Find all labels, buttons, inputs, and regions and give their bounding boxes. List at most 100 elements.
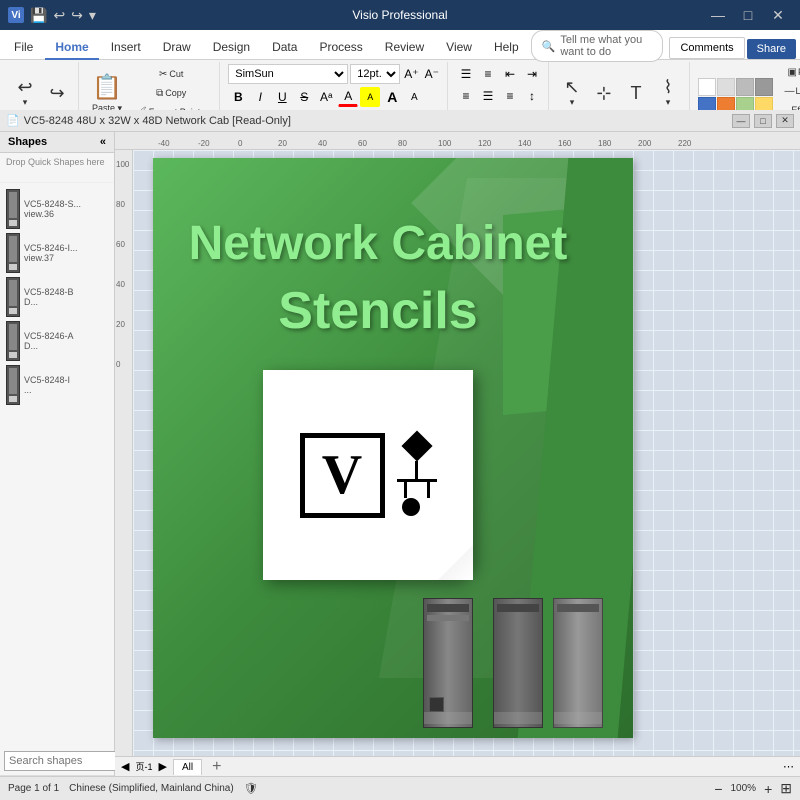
customize-icon[interactable]: ▾ [89, 7, 96, 24]
shapes-title: Shapes [8, 136, 47, 148]
font-size-inc2[interactable]: A [382, 87, 402, 107]
cut-button[interactable]: ✂Cut [129, 66, 213, 83]
text-tool-button[interactable]: T [621, 81, 651, 105]
font-name-select[interactable]: SimSun [228, 64, 348, 84]
tab-options-button[interactable]: ⋯ [783, 760, 794, 773]
bottom-circle [402, 498, 420, 516]
leg-right [427, 482, 430, 498]
font-size-dec2[interactable]: A [404, 87, 424, 107]
shape-item-1[interactable]: VC5-8248-S...view.36 [4, 187, 110, 231]
doc-maximize[interactable]: □ [754, 114, 772, 128]
tab-data[interactable]: Data [262, 36, 307, 60]
tab-process[interactable]: Process [309, 36, 372, 60]
underline-button[interactable]: U [272, 87, 292, 107]
strikethrough-button[interactable]: S [294, 87, 314, 107]
bold-button[interactable]: B [228, 87, 248, 107]
indent-dec-button[interactable]: ⇤ [500, 64, 520, 84]
style-item-3[interactable] [736, 78, 754, 96]
font-size-select[interactable]: 12pt. [350, 64, 400, 84]
italic-button[interactable]: I [250, 87, 270, 107]
align-left-button[interactable]: ≡ [456, 86, 476, 106]
copy-button[interactable]: ⧉Copy [129, 85, 213, 102]
server-rack-2 [493, 598, 543, 728]
fill-button[interactable]: ▣Fill ▾ [777, 64, 800, 81]
tab-home[interactable]: Home [45, 36, 98, 60]
network-legs [404, 482, 430, 498]
tab-view[interactable]: View [436, 36, 482, 60]
indent-inc-button[interactable]: ⇥ [522, 64, 542, 84]
connection-icon: ⊹ [596, 84, 611, 102]
shape-thumb-3 [6, 277, 20, 317]
font-size-dec[interactable]: A⁻ [423, 65, 441, 83]
align-center-button[interactable]: ☰ [478, 86, 498, 106]
tab-review[interactable]: Review [375, 36, 434, 60]
zoom-level: 100% [731, 783, 757, 794]
shape-item-3[interactable]: VC5-8248-BD... [4, 275, 110, 319]
pointer-icon: ↖ [564, 78, 579, 96]
redo-button[interactable]: ↪ [42, 81, 72, 105]
status-right: − 100% + ⊞ [714, 780, 792, 797]
font-size-inc[interactable]: A⁺ [402, 65, 420, 83]
font-color-button[interactable]: A [338, 87, 358, 107]
marketing-line2: Stencils [173, 281, 583, 341]
app-icon: Vi [8, 7, 24, 23]
server-rack-3 [553, 598, 603, 728]
share-button[interactable]: Share [747, 39, 796, 59]
canvas[interactable]: Network Cabinet Stencils [133, 150, 800, 756]
style-item-1[interactable] [698, 78, 716, 96]
tab-draw[interactable]: Draw [153, 36, 201, 60]
connector-tool-button[interactable]: ⌇ ▾ [653, 75, 683, 111]
connection-tool-button[interactable]: ⊹ [589, 81, 619, 105]
tab-design[interactable]: Design [203, 36, 260, 60]
numbering-button[interactable]: ≡ [478, 64, 498, 84]
undo-button[interactable]: ↩ ▾ [10, 75, 40, 111]
shape-thumb-2 [6, 233, 20, 273]
tab-help[interactable]: Help [484, 36, 529, 60]
add-page-button[interactable]: + [212, 758, 221, 776]
superscript-button[interactable]: Aᵃ [316, 87, 336, 107]
pointer-tool-button[interactable]: ↖ ▾ [557, 75, 587, 111]
bullet-button[interactable]: ☰ [456, 64, 476, 84]
redo-quick-icon[interactable]: ↪ [71, 7, 83, 24]
save-icon[interactable]: 💾 [30, 7, 47, 24]
line-spacing-button[interactable]: ↕ [522, 86, 542, 106]
window-controls: — □ ✕ [704, 5, 792, 25]
shape-item-4[interactable]: VC5-8246-AD... [4, 319, 110, 363]
zoom-icon[interactable]: ⊞ [780, 780, 792, 797]
doc-tab-all[interactable]: All [173, 759, 202, 775]
tab-file[interactable]: File [4, 36, 43, 60]
shape-item-5[interactable]: VC5-8248-I... [4, 363, 110, 407]
shape-label-3: VC5-8248-BD... [24, 287, 74, 307]
comments-button[interactable]: Comments [669, 37, 744, 59]
align-right-button[interactable]: ≡ [500, 86, 520, 106]
paste-icon: 📋 [92, 73, 122, 102]
marketing-line1: Network Cabinet [173, 218, 583, 271]
shape-item-2[interactable]: VC5-8246-I...view.37 [4, 231, 110, 275]
zoom-in-button[interactable]: + [764, 781, 772, 797]
zoom-out-button[interactable]: − [714, 781, 722, 797]
highlight-button[interactable]: A [360, 87, 380, 107]
maximize-button[interactable]: □ [734, 5, 762, 25]
page-nav-prev[interactable]: ◀ [121, 760, 129, 773]
line-icon: — [785, 86, 795, 97]
collapse-panel-button[interactable]: « [100, 136, 106, 148]
quick-shapes-drop: Drop Quick Shapes here [0, 153, 114, 183]
undo-quick-icon[interactable]: ↩ [53, 7, 65, 24]
shape-label-1: VC5-8248-S...view.36 [24, 199, 81, 219]
line-button[interactable]: —Line ▾ [777, 83, 800, 100]
doc-minimize[interactable]: — [732, 114, 750, 128]
doc-tabs-bar: ◀ 页-1 ▶ All + ⋯ [115, 756, 800, 776]
language-status: Chinese (Simplified, Mainland China) [69, 783, 234, 794]
minimize-button[interactable]: — [704, 5, 732, 25]
doc-title: VC5-8248 48U x 32W x 48D Network Cab [Re… [24, 115, 291, 127]
close-button[interactable]: ✕ [764, 5, 792, 25]
tab-insert[interactable]: Insert [101, 36, 151, 60]
page-nav-next[interactable]: ▶ [158, 760, 166, 773]
leg-left [404, 482, 407, 498]
style-item-2[interactable] [717, 78, 735, 96]
style-item-4[interactable] [755, 78, 773, 96]
shape-label-5: VC5-8248-I... [24, 375, 70, 395]
tell-me-box[interactable]: 🔍 Tell me what you want to do [531, 30, 664, 62]
cut-icon: ✂ [159, 69, 167, 80]
doc-close[interactable]: ✕ [776, 114, 794, 128]
